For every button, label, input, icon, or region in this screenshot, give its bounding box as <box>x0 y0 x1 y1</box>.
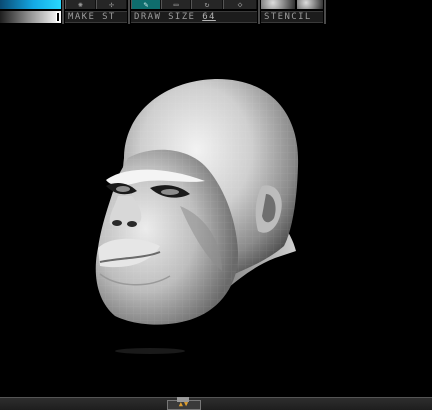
draw-tool-button[interactable]: ✎ <box>131 0 161 9</box>
toolbar-divider <box>258 0 260 24</box>
draw-icon: ✎ <box>143 0 149 9</box>
make-stroke-label[interactable]: MAKE ST <box>65 11 127 23</box>
edit-icon: ▭ <box>173 0 179 9</box>
brush-icon: ✺ <box>78 0 83 9</box>
tray-toggle-arrows-icon[interactable]: ▲▼ <box>167 400 201 409</box>
value-slider[interactable] <box>0 11 61 23</box>
stencil-sphere-icon[interactable] <box>297 0 323 9</box>
toolbar-divider <box>324 0 326 24</box>
diamond-icon: ◇ <box>237 0 243 9</box>
rotate-tool-button[interactable]: ↻ <box>191 0 223 9</box>
move-icon: ✢ <box>109 0 114 9</box>
canvas-viewport[interactable] <box>0 26 432 397</box>
stencil-button[interactable]: STENCIL <box>261 11 323 23</box>
draw-size-label: DRAW SIZE <box>134 12 196 22</box>
edit-tool-button[interactable]: ▭ <box>161 0 191 9</box>
bottom-tray-bar: ▲▼ <box>0 397 432 410</box>
move-tool-button[interactable]: ✢ <box>96 0 127 9</box>
transform-tool-button[interactable]: ◇ <box>223 0 257 9</box>
toolbar-divider <box>128 0 130 24</box>
stencil-preview[interactable] <box>261 0 295 9</box>
toolbar-divider <box>62 0 64 24</box>
draw-size-value: 64 <box>202 12 216 22</box>
top-toolbar: ✺ ✢ MAKE ST ✎ ▭ ↻ ◇ DRAW SIZE 64 STENCIL <box>0 0 432 26</box>
sculpted-head-mesh[interactable] <box>0 26 432 397</box>
color-swatch[interactable] <box>0 0 61 9</box>
draw-size-slider[interactable]: DRAW SIZE 64 <box>131 11 257 23</box>
slider-handle[interactable] <box>56 12 60 22</box>
brush-tool-button[interactable]: ✺ <box>65 0 96 9</box>
rotate-icon: ↻ <box>204 0 210 9</box>
